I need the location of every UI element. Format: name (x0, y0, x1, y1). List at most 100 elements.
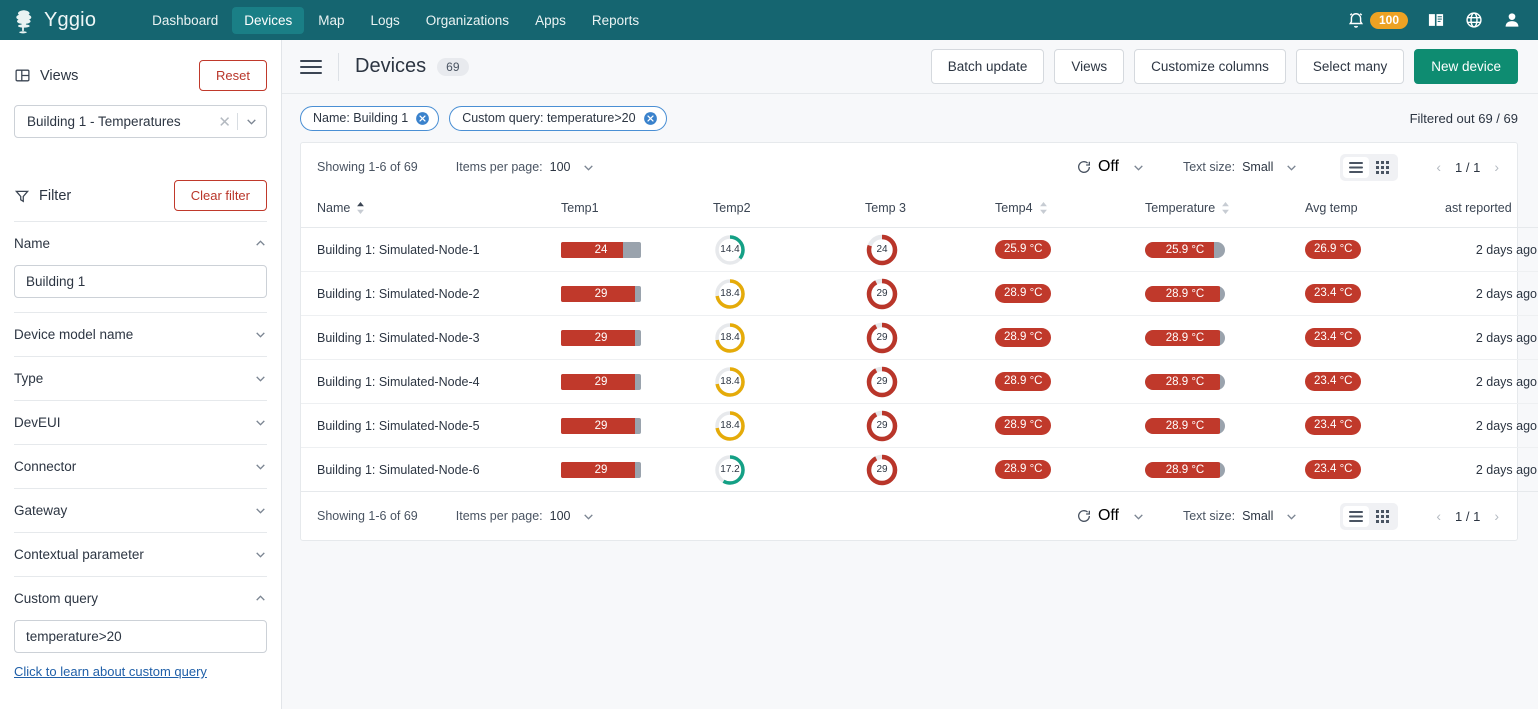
filter-section-custom-query[interactable]: Custom query (14, 576, 267, 620)
next-page-button-top[interactable]: › (1494, 159, 1499, 175)
nav-link-dashboard[interactable]: Dashboard (140, 7, 230, 34)
text-size-select-top[interactable]: Small (1242, 160, 1298, 174)
column-header-avg-temp[interactable]: Avg temp (1305, 191, 1445, 228)
chevron-down-icon[interactable] (254, 372, 267, 385)
page-indicator-bottom: 1 / 1 (1455, 508, 1481, 524)
previous-page-button-top[interactable]: ‹ (1436, 159, 1441, 175)
nav-right-icons: 100 (1346, 10, 1522, 30)
cell-device-name[interactable]: Building 1: Simulated-Node-2 (301, 271, 561, 316)
next-page-button-bottom[interactable]: › (1494, 508, 1499, 524)
chevron-up-icon[interactable] (254, 237, 267, 250)
brand-logo-group[interactable]: Yggio (10, 6, 96, 34)
gauge-widget: 17.2 (713, 453, 747, 487)
column-header-avg-temp-label: Avg temp (1305, 201, 1358, 215)
cell-temperature: 28.9 °C (1145, 359, 1305, 404)
cell-device-name[interactable]: Building 1: Simulated-Node-6 (301, 447, 561, 492)
column-header-temperature[interactable]: Temperature (1145, 191, 1305, 228)
cell-device-name[interactable]: Building 1: Simulated-Node-4 (301, 359, 561, 404)
nav-link-organizations[interactable]: Organizations (414, 7, 521, 34)
column-header-name[interactable]: Name (301, 191, 561, 228)
batch-update-button[interactable]: Batch update (930, 49, 1045, 84)
select-many-button[interactable]: Select many (1295, 49, 1405, 84)
reset-views-button[interactable]: Reset (199, 60, 267, 91)
filter-chip-custom-query[interactable]: Custom query: temperature>20 (449, 105, 667, 131)
chevron-down-icon[interactable] (582, 510, 595, 523)
chevron-down-icon[interactable] (1285, 161, 1298, 174)
column-header-temp2[interactable]: Temp2 (713, 191, 865, 228)
chevron-down-icon[interactable] (1132, 510, 1145, 523)
language-globe-icon[interactable] (1464, 10, 1484, 30)
table-row[interactable]: Building 1: Simulated-Node-6 29 17.2 29 28.9… (301, 447, 1538, 492)
chevron-down-icon[interactable] (254, 328, 267, 341)
filter-section-device-model-name[interactable]: Device model name (14, 312, 267, 356)
remove-chip-icon[interactable] (415, 111, 430, 126)
filter-section-deveui[interactable]: DevEUI (14, 400, 267, 444)
nav-link-devices[interactable]: Devices (232, 6, 305, 34)
views-button[interactable]: Views (1054, 49, 1125, 84)
user-account-icon[interactable] (1502, 10, 1522, 30)
filter-section-type[interactable]: Type (14, 356, 267, 400)
chevron-down-icon[interactable] (1132, 161, 1145, 174)
page-action-buttons: Batch update Views Customize columns Sel… (930, 49, 1518, 84)
table-row[interactable]: Building 1: Simulated-Node-4 29 18.4 29 28.9… (301, 359, 1538, 404)
chevron-down-icon[interactable] (254, 416, 267, 429)
items-per-page-select-bottom[interactable]: 100 (550, 509, 596, 523)
cell-temp3: 29 (865, 359, 995, 404)
chevron-down-icon[interactable] (582, 161, 595, 174)
nav-link-map[interactable]: Map (306, 7, 356, 34)
clear-view-icon[interactable]: ✕ (212, 113, 237, 131)
chevron-down-icon[interactable] (254, 460, 267, 473)
table-row[interactable]: Building 1: Simulated-Node-5 29 18.4 29 28.9… (301, 403, 1538, 448)
column-header-temp1[interactable]: Temp1 (561, 191, 713, 228)
menu-hamburger-icon[interactable] (300, 59, 322, 75)
documentation-book-icon[interactable] (1426, 10, 1446, 30)
custom-query-input[interactable] (14, 620, 267, 653)
chevron-down-icon[interactable] (1285, 510, 1298, 523)
list-view-toggle-top[interactable] (1343, 156, 1370, 178)
table-row[interactable]: Building 1: Simulated-Node-1 24 14.4 24 25.9… (301, 227, 1538, 272)
remove-chip-icon[interactable] (643, 111, 658, 126)
filter-chip-name[interactable]: Name: Building 1 (300, 105, 440, 131)
customize-columns-button[interactable]: Customize columns (1134, 49, 1286, 84)
filter-section-contextual-parameter[interactable]: Contextual parameter (14, 532, 267, 576)
grid-view-toggle-top[interactable] (1369, 157, 1395, 178)
clear-filter-button[interactable]: Clear filter (173, 180, 267, 211)
filter-name-input[interactable] (14, 265, 267, 298)
column-header-temp4[interactable]: Temp4 (995, 191, 1145, 228)
text-size-value-bottom: Small (1242, 509, 1274, 523)
items-per-page-select-top[interactable]: 100 (550, 160, 596, 174)
chevron-up-icon[interactable] (254, 592, 267, 605)
column-header-temp3-label: Temp 3 (865, 201, 906, 215)
cell-device-name[interactable]: Building 1: Simulated-Node-3 (301, 315, 561, 360)
column-header-last-reported[interactable]: ast reported (1445, 191, 1538, 228)
filter-section-gateway[interactable]: Gateway (14, 488, 267, 532)
new-device-button[interactable]: New device (1414, 49, 1518, 84)
column-header-temp3[interactable]: Temp 3 (865, 191, 995, 228)
chevron-down-icon[interactable] (245, 115, 258, 128)
notifications-button[interactable]: 100 (1346, 10, 1408, 30)
auto-refresh-select-bottom[interactable]: Off (1076, 507, 1145, 525)
page-header: Devices 69 Batch update Views Customize … (282, 40, 1538, 94)
custom-query-help-link[interactable]: Click to learn about custom query (14, 664, 207, 679)
filter-title: Filter (39, 187, 72, 204)
list-view-toggle-bottom[interactable] (1343, 505, 1370, 527)
chevron-down-icon[interactable] (254, 548, 267, 561)
nav-link-reports[interactable]: Reports (580, 7, 651, 34)
table-row[interactable]: Building 1: Simulated-Node-2 29 18.4 29 28.9… (301, 271, 1538, 316)
cell-avg-temp: 23.4 °C (1305, 359, 1445, 404)
filter-section-connector[interactable]: Connector (14, 444, 267, 488)
cell-device-name[interactable]: Building 1: Simulated-Node-5 (301, 403, 561, 448)
cell-temp3: 29 (865, 403, 995, 448)
chevron-down-icon[interactable] (254, 504, 267, 517)
table-row[interactable]: Building 1: Simulated-Node-3 29 18.4 29 28.9… (301, 315, 1538, 360)
view-selector[interactable]: Building 1 - Temperatures ✕ (14, 105, 267, 138)
filter-section-name[interactable]: Name (14, 221, 267, 265)
grid-view-toggle-bottom[interactable] (1369, 506, 1395, 527)
previous-page-button-bottom[interactable]: ‹ (1436, 508, 1441, 524)
auto-refresh-select-top[interactable]: Off (1076, 158, 1145, 176)
nav-link-apps[interactable]: Apps (523, 7, 578, 34)
nav-link-logs[interactable]: Logs (358, 7, 411, 34)
cell-temp1: 29 (561, 403, 713, 448)
cell-device-name[interactable]: Building 1: Simulated-Node-1 (301, 227, 561, 272)
text-size-select-bottom[interactable]: Small (1242, 509, 1298, 523)
